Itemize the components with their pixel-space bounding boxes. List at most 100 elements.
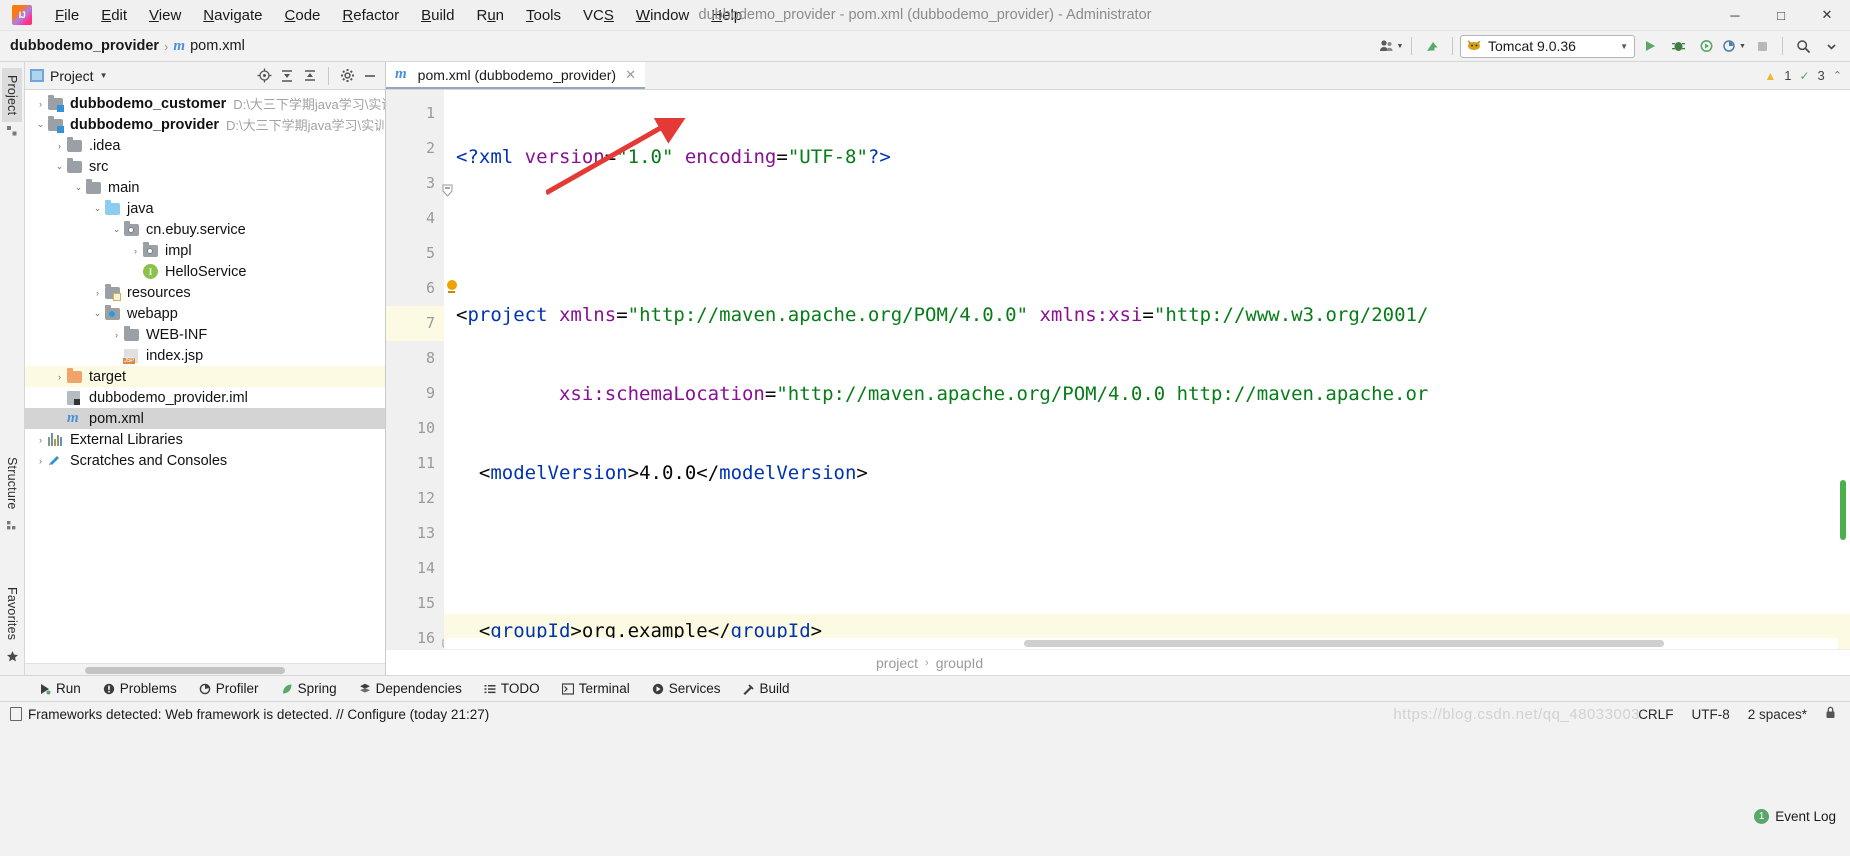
profiler-button[interactable]: ▼	[1721, 34, 1747, 58]
menu-vcs[interactable]: VCS	[572, 4, 625, 27]
tree-item-webapp[interactable]: ⌄ webapp	[25, 303, 385, 324]
tree-item-pom-xml[interactable]: ›m pom.xml	[25, 408, 385, 429]
structure-grid-icon[interactable]	[6, 520, 18, 535]
bottom-tab-problems[interactable]: Problems	[92, 676, 188, 701]
menu-help[interactable]: Help	[700, 4, 753, 27]
tree-expand-arrow-icon[interactable]: ⌄	[33, 119, 48, 130]
tree-item-dubbodemo-provider[interactable]: ⌄ dubbodemo_provider D:\大三下学期java学习\实训\d	[25, 114, 385, 135]
tree-expand-arrow-icon[interactable]: ⌄	[109, 224, 124, 235]
update-arrow-icon[interactable]	[1419, 34, 1445, 58]
settings-gear-icon[interactable]	[337, 66, 357, 86]
tree-item-dubbodemo-provider-iml[interactable]: › dubbodemo_provider.iml	[25, 387, 385, 408]
bottom-tab-todo[interactable]: TODO	[473, 676, 551, 701]
tree-expand-arrow-icon[interactable]: ›	[109, 330, 124, 340]
tree-item-idea[interactable]: › .idea	[25, 135, 385, 156]
editor-tab-pom-xml[interactable]: m pom.xml (dubbodemo_provider) ✕	[386, 62, 646, 89]
chevron-down-icon[interactable]: ▼	[1620, 42, 1628, 51]
tree-expand-arrow-icon[interactable]: ›	[33, 435, 48, 445]
indent-indicator[interactable]: 2 spaces*	[1748, 707, 1807, 722]
close-icon[interactable]: ✕	[625, 67, 636, 83]
tree-item-cn-ebuy-service[interactable]: ⌄ cn.ebuy.service	[25, 219, 385, 240]
editor-vertical-scrollbar[interactable]	[1837, 90, 1848, 649]
run-button[interactable]	[1637, 34, 1663, 58]
editor-horizontal-scrollbar[interactable]	[444, 638, 1838, 649]
lock-icon[interactable]	[1825, 706, 1836, 722]
chevron-up-icon[interactable]: ⌃	[1833, 69, 1842, 82]
tree-item-dubbodemo-customer[interactable]: › dubbodemo_customer D:\大三下学期java学习\实训\	[25, 93, 385, 114]
bottom-tab-build[interactable]: Build	[731, 676, 800, 701]
tree-expand-arrow-icon[interactable]: ›	[128, 267, 143, 277]
tree-expand-arrow-icon[interactable]: ›	[90, 288, 105, 298]
menu-file[interactable]: File	[44, 4, 90, 27]
tool-tab-project[interactable]: Project	[2, 68, 22, 123]
tree-item-web-inf[interactable]: › WEB-INF	[25, 324, 385, 345]
locate-file-icon[interactable]	[254, 66, 274, 86]
bottom-tab-terminal[interactable]: Terminal	[551, 676, 641, 701]
expand-all-icon[interactable]	[277, 66, 297, 86]
tree-expand-arrow-icon[interactable]: ›	[33, 456, 48, 466]
menu-refactor[interactable]: Refactor	[331, 4, 410, 27]
tree-expand-arrow-icon[interactable]: ⌄	[52, 161, 67, 172]
menu-tools[interactable]: Tools	[515, 4, 572, 27]
bottom-tab-dependencies[interactable]: Dependencies	[348, 676, 473, 701]
menu-edit[interactable]: Edit	[90, 4, 138, 27]
bottom-tab-profiler[interactable]: Profiler	[188, 676, 270, 701]
debug-button[interactable]	[1665, 34, 1691, 58]
tree-item-main[interactable]: ⌄ main	[25, 177, 385, 198]
line-number-gutter[interactable]: 1 2 3 4 5 6 7 8 9 10 11 12 13 14 15 16	[386, 90, 457, 649]
line-separator-indicator[interactable]: CRLF	[1638, 707, 1673, 722]
menu-code[interactable]: Code	[274, 4, 332, 27]
commit-icon[interactable]	[6, 125, 18, 140]
tree-item-helloservice[interactable]: ›I HelloService	[25, 261, 385, 282]
menu-run[interactable]: Run	[465, 4, 515, 27]
tree-item-external-libraries[interactable]: › External Libraries	[25, 429, 385, 450]
tree-item-java[interactable]: ⌄ java	[25, 198, 385, 219]
code-editor[interactable]: 1 2 3 4 5 6 7 8 9 10 11 12 13 14 15 16 <?xml version="1…	[386, 90, 1850, 649]
tree-expand-arrow-icon[interactable]: ›	[109, 351, 124, 361]
menu-view[interactable]: View	[138, 4, 192, 27]
tree-expand-arrow-icon[interactable]: ⌄	[90, 203, 105, 214]
tree-expand-arrow-icon[interactable]: ›	[33, 99, 48, 109]
inspections-widget[interactable]: ▲ 1 ✓ 3 ⌃	[1764, 62, 1842, 89]
tree-expand-arrow-icon[interactable]: ›	[52, 414, 67, 424]
hide-panel-icon[interactable]	[360, 66, 380, 86]
tool-tab-favorites[interactable]: Favorites	[2, 580, 22, 647]
encoding-indicator[interactable]: UTF-8	[1691, 707, 1729, 722]
tool-tab-structure[interactable]: Structure	[2, 450, 22, 517]
event-log-widget[interactable]: 1 Event Log	[1754, 804, 1836, 829]
breadcrumb-project[interactable]: dubbodemo_provider	[10, 38, 159, 54]
breadcrumb-item-groupid[interactable]: groupId	[936, 655, 983, 671]
bottom-tab-services[interactable]: Services	[641, 676, 732, 701]
tree-item-resources[interactable]: › resources	[25, 282, 385, 303]
tree-item-src[interactable]: ⌄ src	[25, 156, 385, 177]
star-favorites-icon[interactable]	[6, 650, 19, 666]
run-with-coverage-button[interactable]	[1693, 34, 1719, 58]
bottom-tab-spring[interactable]: Spring	[270, 676, 348, 701]
breadcrumb-item-project[interactable]: project	[876, 655, 918, 671]
tree-item-scratches-and-consoles[interactable]: › Scratches and Consoles	[25, 450, 385, 471]
tree-expand-arrow-icon[interactable]: ›	[52, 393, 67, 403]
run-configuration-selector[interactable]: Tomcat 9.0.36 ▼	[1460, 34, 1635, 58]
project-tree[interactable]: › dubbodemo_customer D:\大三下学期java学习\实训\ ⌄ du…	[25, 90, 385, 663]
maximize-button[interactable]: □	[1758, 0, 1804, 31]
minimize-button[interactable]: ─	[1712, 0, 1758, 31]
bottom-tab-run[interactable]: Run	[28, 676, 92, 701]
menu-build[interactable]: Build	[410, 4, 465, 27]
collapse-all-icon[interactable]	[300, 66, 320, 86]
project-panel-hscrollbar[interactable]	[25, 663, 385, 675]
menu-navigate[interactable]: Navigate	[192, 4, 273, 27]
tree-expand-arrow-icon[interactable]: ⌄	[71, 182, 86, 193]
tree-expand-arrow-icon[interactable]: ›	[52, 372, 67, 382]
close-button[interactable]: ✕	[1804, 0, 1850, 31]
breadcrumb-file[interactable]: pom.xml	[190, 38, 245, 54]
menu-window[interactable]: Window	[625, 4, 700, 27]
tree-item-target[interactable]: › target	[25, 366, 385, 387]
tree-expand-arrow-icon[interactable]: ⌄	[90, 308, 105, 319]
project-view-chevron-icon[interactable]: ▼	[100, 71, 108, 80]
stop-button[interactable]	[1749, 34, 1775, 58]
status-message[interactable]: Frameworks detected: Web framework is de…	[10, 707, 489, 722]
expand-toolbar-icon[interactable]	[1818, 34, 1844, 58]
user-profile-icon[interactable]: ▼	[1378, 34, 1404, 58]
search-icon[interactable]	[1790, 34, 1816, 58]
tree-expand-arrow-icon[interactable]: ›	[52, 141, 67, 151]
